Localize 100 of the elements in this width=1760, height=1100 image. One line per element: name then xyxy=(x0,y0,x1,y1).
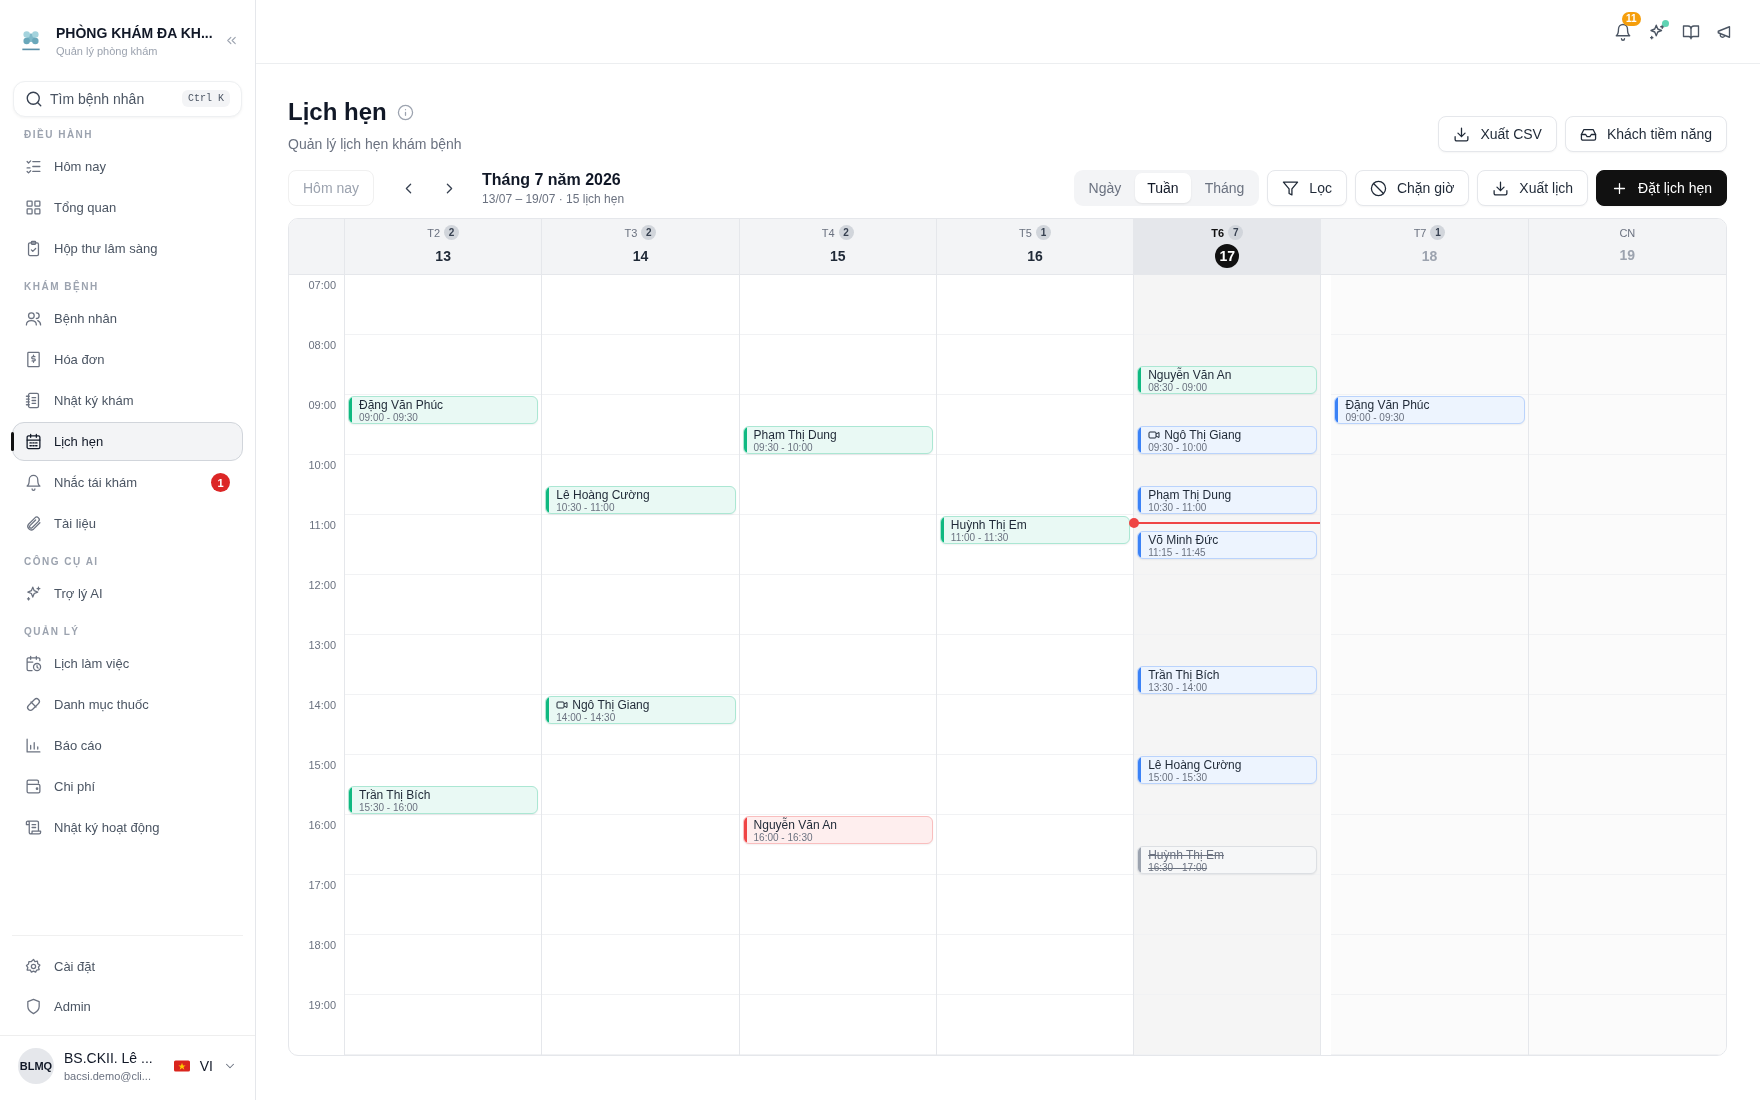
appointment-card[interactable]: Đặng Văn Phúc 09:00 - 09:30 xyxy=(348,396,539,424)
time-label: 16:00 xyxy=(308,819,336,831)
nav-item[interactable]: Hóa đơn xyxy=(12,340,243,379)
appointment-card[interactable]: Lê Hoàng Cường 10:30 - 11:00 xyxy=(545,486,736,514)
date-number[interactable]: 14 xyxy=(632,244,649,268)
patient-name: Huỳnh Thị Em xyxy=(1148,847,1224,862)
action-button[interactable]: Xuất CSV xyxy=(1438,116,1557,152)
date-number[interactable]: 17 xyxy=(1215,244,1240,268)
view-tab[interactable]: Tháng xyxy=(1192,173,1257,203)
clipboard-icon xyxy=(25,240,42,257)
appointment-time: 14:00 - 14:30 xyxy=(556,711,617,723)
period-range: 13/07 – 19/07 · 15 lịch hẹn xyxy=(482,191,625,206)
nav-item[interactable]: Lịch làm việc xyxy=(12,644,243,683)
appointment-card[interactable]: Võ Minh Đức 11:15 - 11:45 xyxy=(1137,531,1318,559)
settings-icon xyxy=(25,958,42,975)
nav-item[interactable]: Chi phí xyxy=(12,767,243,806)
grid-icon xyxy=(25,199,42,216)
count-badge: 2 xyxy=(838,225,854,240)
appointment-card[interactable]: Đặng Văn Phúc 09:00 - 09:30 xyxy=(1334,396,1525,424)
toolbar-button[interactable]: Lọc xyxy=(1267,170,1347,206)
bell-icon[interactable] xyxy=(1614,22,1632,41)
nav-item[interactable]: Admin xyxy=(12,987,243,1026)
appointment-card[interactable]: Trần Thị Bích 13:30 - 14:00 xyxy=(1137,666,1318,694)
patient-name: Trần Thị Bích xyxy=(359,787,431,802)
weekday-label: T6 xyxy=(1211,226,1225,239)
time-label: 11:00 xyxy=(309,519,336,531)
time-label: 17:00 xyxy=(308,879,336,891)
shortcut-hint: Ctrl K xyxy=(182,90,230,107)
clinic-subtitle: Quản lý phòng khám xyxy=(56,44,159,57)
notification-badge: 11 xyxy=(1622,11,1641,26)
nav-item[interactable]: Lịch hẹn xyxy=(12,422,243,461)
nav-item[interactable]: Cài đặt xyxy=(12,947,243,986)
date-number[interactable]: 15 xyxy=(829,244,846,268)
nav-item[interactable]: Hôm nay xyxy=(12,147,243,186)
notebook-icon xyxy=(25,392,42,409)
view-tab[interactable]: Tuần xyxy=(1135,173,1191,203)
appointment-card[interactable]: Nguyễn Văn An 16:00 - 16:30 xyxy=(742,816,933,844)
action-button[interactable]: Khách tiềm năng xyxy=(1564,116,1727,152)
appointment-card[interactable]: Ngô Thị Giang 14:00 - 14:30 xyxy=(545,696,736,724)
patient-name: Ngô Thị Giang xyxy=(1164,427,1242,442)
time-label: 19:00 xyxy=(308,999,336,1011)
book-icon[interactable] xyxy=(1682,22,1700,41)
time-label: 15:00 xyxy=(308,759,336,771)
weekday-label: T7 xyxy=(1413,226,1427,239)
weekday-label: CN xyxy=(1619,226,1636,239)
patient-name: Đặng Văn Phúc xyxy=(359,397,444,412)
section-heading: CÔNG CỤ AI xyxy=(23,554,100,570)
date-number[interactable]: 13 xyxy=(435,244,451,268)
nav-item[interactable]: Bệnh nhân xyxy=(12,299,243,338)
search-icon xyxy=(25,90,43,108)
nav-item[interactable]: Tài liệu xyxy=(12,504,243,543)
patient-name: Lê Hoàng Cường xyxy=(1148,757,1242,772)
appointment-time: 15:30 - 16:00 xyxy=(359,801,419,813)
appointment-card[interactable]: Ngô Thị Giang 09:30 - 10:00 xyxy=(1137,426,1318,454)
appointment-time: 10:30 - 11:00 xyxy=(556,501,615,513)
nav-item[interactable]: Báo cáo xyxy=(12,726,243,765)
patient-name: Phạm Thị Dung xyxy=(753,427,837,442)
toolbar-button[interactable]: Chặn giờ xyxy=(1354,170,1470,206)
page-title: Lịch hẹn xyxy=(288,98,387,126)
appointment-time: 16:30 - 17:00 xyxy=(1148,861,1209,873)
pill-icon xyxy=(25,696,42,713)
time-label: 07:00 xyxy=(308,279,336,291)
appointment-time: 09:00 - 09:30 xyxy=(1345,411,1406,423)
appointment-card[interactable]: Huỳnh Thị Em 11:00 - 11:30 xyxy=(939,516,1131,544)
count-badge: 7 xyxy=(1228,225,1244,240)
appointment-card[interactable]: Phạm Thị Dung 09:30 - 10:00 xyxy=(742,426,933,454)
appointment-card[interactable]: Lê Hoàng Cường 15:00 - 15:30 xyxy=(1137,756,1318,784)
weekday-label: T5 xyxy=(1019,226,1032,239)
patient-name: Huỳnh Thị Em xyxy=(950,517,1027,532)
patient-name: Nguyễn Văn An xyxy=(753,817,837,832)
language-selector[interactable]: VI xyxy=(199,1058,213,1074)
sparkles-icon[interactable] xyxy=(1648,22,1666,41)
flag-icon xyxy=(173,1060,190,1072)
patient-name: Lê Hoàng Cường xyxy=(556,487,650,502)
toolbar-button[interactable]: Xuất lịch xyxy=(1477,170,1589,206)
view-tab[interactable]: Ngày xyxy=(1076,173,1134,203)
appointment-time: 09:30 - 10:00 xyxy=(753,441,813,453)
appointment-card[interactable]: Phạm Thị Dung 10:30 - 11:00 xyxy=(1137,486,1318,514)
appointment-card[interactable]: Trần Thị Bích 15:30 - 16:00 xyxy=(348,786,539,814)
nav-item[interactable]: Nhật ký khám xyxy=(12,381,243,420)
scroll-icon xyxy=(25,819,42,836)
date-number[interactable]: 16 xyxy=(1027,244,1043,268)
nav-item[interactable]: Tổng quan xyxy=(12,188,243,227)
nav-item[interactable]: Danh mục thuốc xyxy=(12,685,243,724)
time-label: 18:00 xyxy=(308,939,336,951)
user-name: BS.CKII. Lê ... xyxy=(64,1050,154,1066)
toolbar-button[interactable]: Đặt lịch hẹn xyxy=(1596,170,1727,206)
appointment-time: 13:30 - 14:00 xyxy=(1148,681,1209,693)
appointment-card[interactable]: Huỳnh Thị Em 16:30 - 17:00 xyxy=(1137,846,1318,874)
nav-item[interactable]: Hộp thư lâm sàng xyxy=(12,229,243,268)
count-badge: 1 xyxy=(211,473,230,492)
paperclip-icon xyxy=(25,515,42,532)
nav-item[interactable]: Trợ lý AI xyxy=(12,574,243,613)
avatar[interactable]: BLMQ xyxy=(18,1048,54,1084)
nav-item[interactable]: Nhắc tái khám 1 xyxy=(12,463,243,502)
section-heading: QUẢN LÝ xyxy=(23,624,81,639)
nav-item[interactable]: Nhật ký hoạt động xyxy=(12,808,243,847)
download-icon xyxy=(1492,179,1510,197)
appointment-card[interactable]: Nguyễn Văn An 08:30 - 09:00 xyxy=(1137,366,1318,394)
info-icon[interactable] xyxy=(396,103,414,121)
